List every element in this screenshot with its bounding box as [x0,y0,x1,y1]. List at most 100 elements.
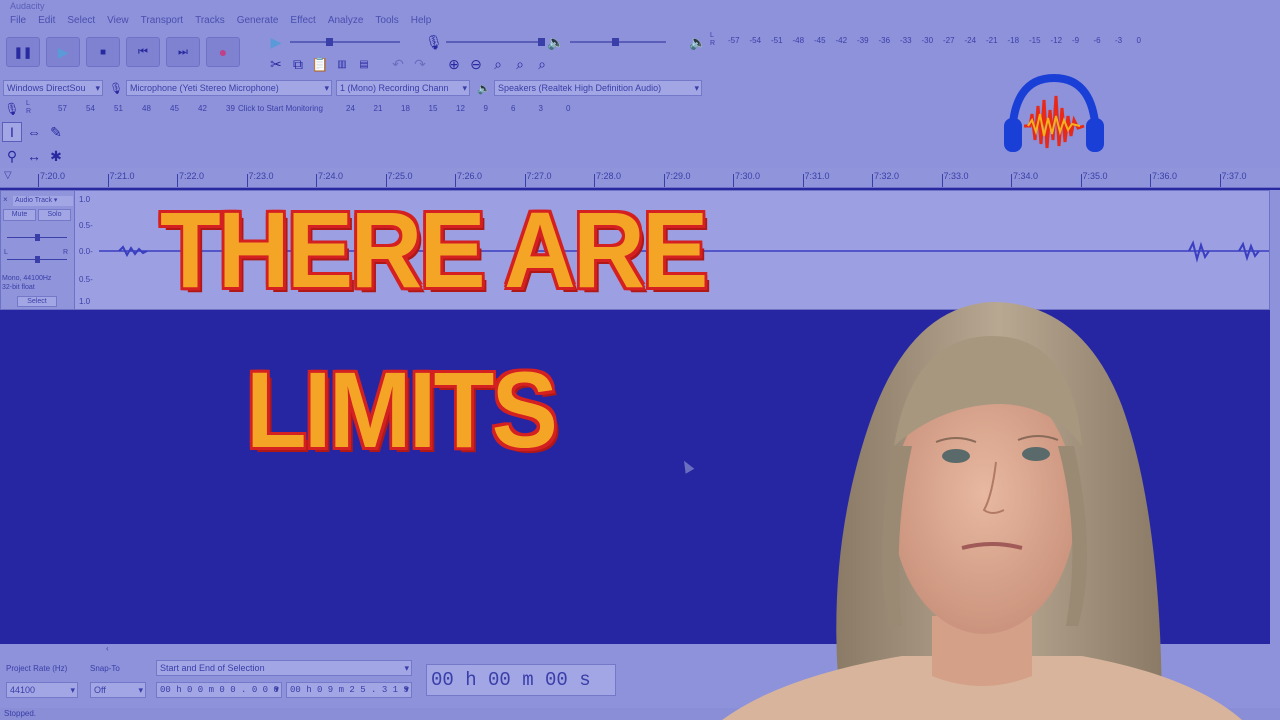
selection-mode-select[interactable]: Start and End of Selection [156,660,412,676]
undo-button[interactable]: ↶ [388,54,408,74]
recording-channels-select[interactable]: 1 (Mono) Recording Chann [336,80,470,96]
menu-view[interactable]: View [101,12,135,30]
selection-end-time[interactable]: 00 h 0 9 m 2 5 . 3 1 9 s [286,682,412,698]
playback-meter-icon-wrap: 🔈 [688,32,708,52]
playback-device-select[interactable]: Speakers (Realtek High Definition Audio) [494,80,702,96]
skip-start-button[interactable]: ⏮ [126,37,160,67]
pause-button[interactable]: ❚❚ [6,37,40,67]
playback-meter[interactable]: -57 -54 -51 -48 -45 -42 -39 -36 -33 -30 -27 -24 -21-… [728,36,1148,48]
menu-file[interactable]: File [4,12,32,30]
timeline-tick [1011,174,1012,187]
microphone-icon: 🎙 [4,102,20,116]
time-shift-tool[interactable]: ↔ [24,146,44,166]
timeline-ruler[interactable]: ▽ 7:20.0 7:21.0 7:22.0 7:23.0 7:24.0 7:25.0 7:… [0,168,1280,188]
play-speed-thumb[interactable] [326,38,333,46]
playback-volume-icon-wrap: 🔈 [546,32,566,52]
zoom-tool[interactable]: ⚲ [2,146,22,166]
track-name-menu[interactable]: Audio Track ▾ [13,196,73,206]
gain-slider[interactable] [7,234,67,241]
skip-end-icon: ⏭ [178,45,188,58]
audio-position-display[interactable]: 00 h 00 m 00 s [426,664,616,696]
record-volume-slider[interactable] [446,38,545,46]
selection-tool[interactable]: I [2,122,22,142]
menu-tracks[interactable]: Tracks [189,12,231,30]
recording-meter-tick: 6 [511,104,516,113]
menu-analyze[interactable]: Analyze [322,12,370,30]
multi-tool[interactable]: ✱ [46,146,66,166]
timeline-tick-label: 7:31.0 [804,171,830,181]
vertical-scrollbar[interactable] [1270,190,1280,644]
recording-meter-tick: 9 [483,104,488,113]
selection-start-time[interactable]: 00 h 0 0 m 0 0 . 0 0 0 s [156,682,282,698]
record-button[interactable]: ● [206,37,240,67]
envelope-tool[interactable]: ⇔ [24,122,44,142]
trim-button[interactable]: ▥ [332,54,352,74]
pan-thumb[interactable] [35,256,40,263]
pan-slider[interactable] [7,256,67,263]
paste-button[interactable]: 📋 [310,54,330,74]
timeline-tick-label: 7:22.0 [179,171,205,181]
cut-button[interactable]: ✂ [266,54,286,74]
playback-meter-tick: 0 [1136,36,1141,45]
recording-device-select[interactable]: Microphone (Yeti Stereo Microphone) [126,80,332,96]
play-at-speed-button[interactable]: ▶ [266,32,286,52]
draw-tool[interactable]: ✎ [46,122,66,142]
gain-thumb[interactable] [35,234,40,241]
zoom-out-button[interactable]: ⊖ [466,54,486,74]
amplitude-scale: 1.0 0.5- 0.0- 0.5- 1.0 [77,191,99,309]
track-select-button[interactable]: Select [17,296,57,307]
silence-button[interactable]: ▤ [354,54,374,74]
record-icon: ● [218,44,228,60]
recording-meter-tick: 3 [538,104,543,113]
fit-project-button[interactable]: ⌕ [510,54,530,74]
timeline-tick-label: 7:21.0 [109,171,135,181]
redo-button[interactable]: ↷ [410,54,430,74]
playback-meter-tick: -45 [814,36,826,45]
scale-label: 1.0 [79,195,91,204]
audio-host-select[interactable]: Windows DirectSou [3,80,103,96]
headphones-logo-icon [1004,73,1104,152]
playback-volume-slider[interactable] [570,38,666,46]
start-monitoring-label[interactable]: Click to Start Monitoring [238,104,323,113]
pan-right-label: R [63,249,69,256]
record-volume-icon-wrap: 🎙 [424,32,444,52]
project-rate-select[interactable]: 44100 [6,682,78,698]
skip-end-button[interactable]: ⏭ [166,37,200,67]
menu-generate[interactable]: Generate [231,12,285,30]
mute-button[interactable]: Mute [3,209,36,221]
menu-edit[interactable]: Edit [32,12,61,30]
menu-effect[interactable]: Effect [284,12,321,30]
menu-tools[interactable]: Tools [369,12,404,30]
timeline-tick [733,174,734,187]
timeline-options-icon[interactable]: ▽ [4,170,12,181]
menu-help[interactable]: Help [405,12,438,30]
menu-transport[interactable]: Transport [135,12,189,30]
menu-select[interactable]: Select [61,12,101,30]
play-button[interactable]: ▶ [46,37,80,67]
record-volume-thumb[interactable] [538,38,545,46]
timeline-tick-label: 7:30.0 [735,171,761,181]
fit-selection-button[interactable]: ⌕ [488,54,508,74]
timeline-tick [38,174,39,187]
playback-meter-tick: -30 [921,36,934,45]
track-close-button[interactable]: × [3,195,8,204]
recording-meter[interactable]: 57 54 51 48 45 42 39 Click to Start Monitoring 2… [40,104,600,116]
scissors-icon: ✂ [270,55,282,72]
timeline-tick [107,174,109,187]
zoom-toggle-button[interactable]: ⌕ [532,54,552,74]
solo-button[interactable]: Solo [38,209,71,221]
scroll-left-icon[interactable]: ‹ [106,644,109,653]
scale-label: 0.0- [79,247,93,256]
microphone-icon: 🎙 [109,82,123,95]
play-at-speed-icon: ▶ [270,33,282,50]
snap-to-select[interactable]: Off [90,682,146,698]
playback-meter-tick: -12 [1050,36,1063,45]
play-speed-slider[interactable] [290,38,400,46]
zoom-in-button[interactable]: ⊕ [444,54,464,74]
stop-button[interactable]: ■ [86,37,120,67]
copy-button[interactable]: ⧉ [288,54,308,74]
playback-volume-thumb[interactable] [612,38,619,46]
magnifier-icon: ⚲ [6,147,18,164]
timeline-tick-label: 7:34.0 [1013,171,1039,181]
timeline-tick [177,174,178,187]
